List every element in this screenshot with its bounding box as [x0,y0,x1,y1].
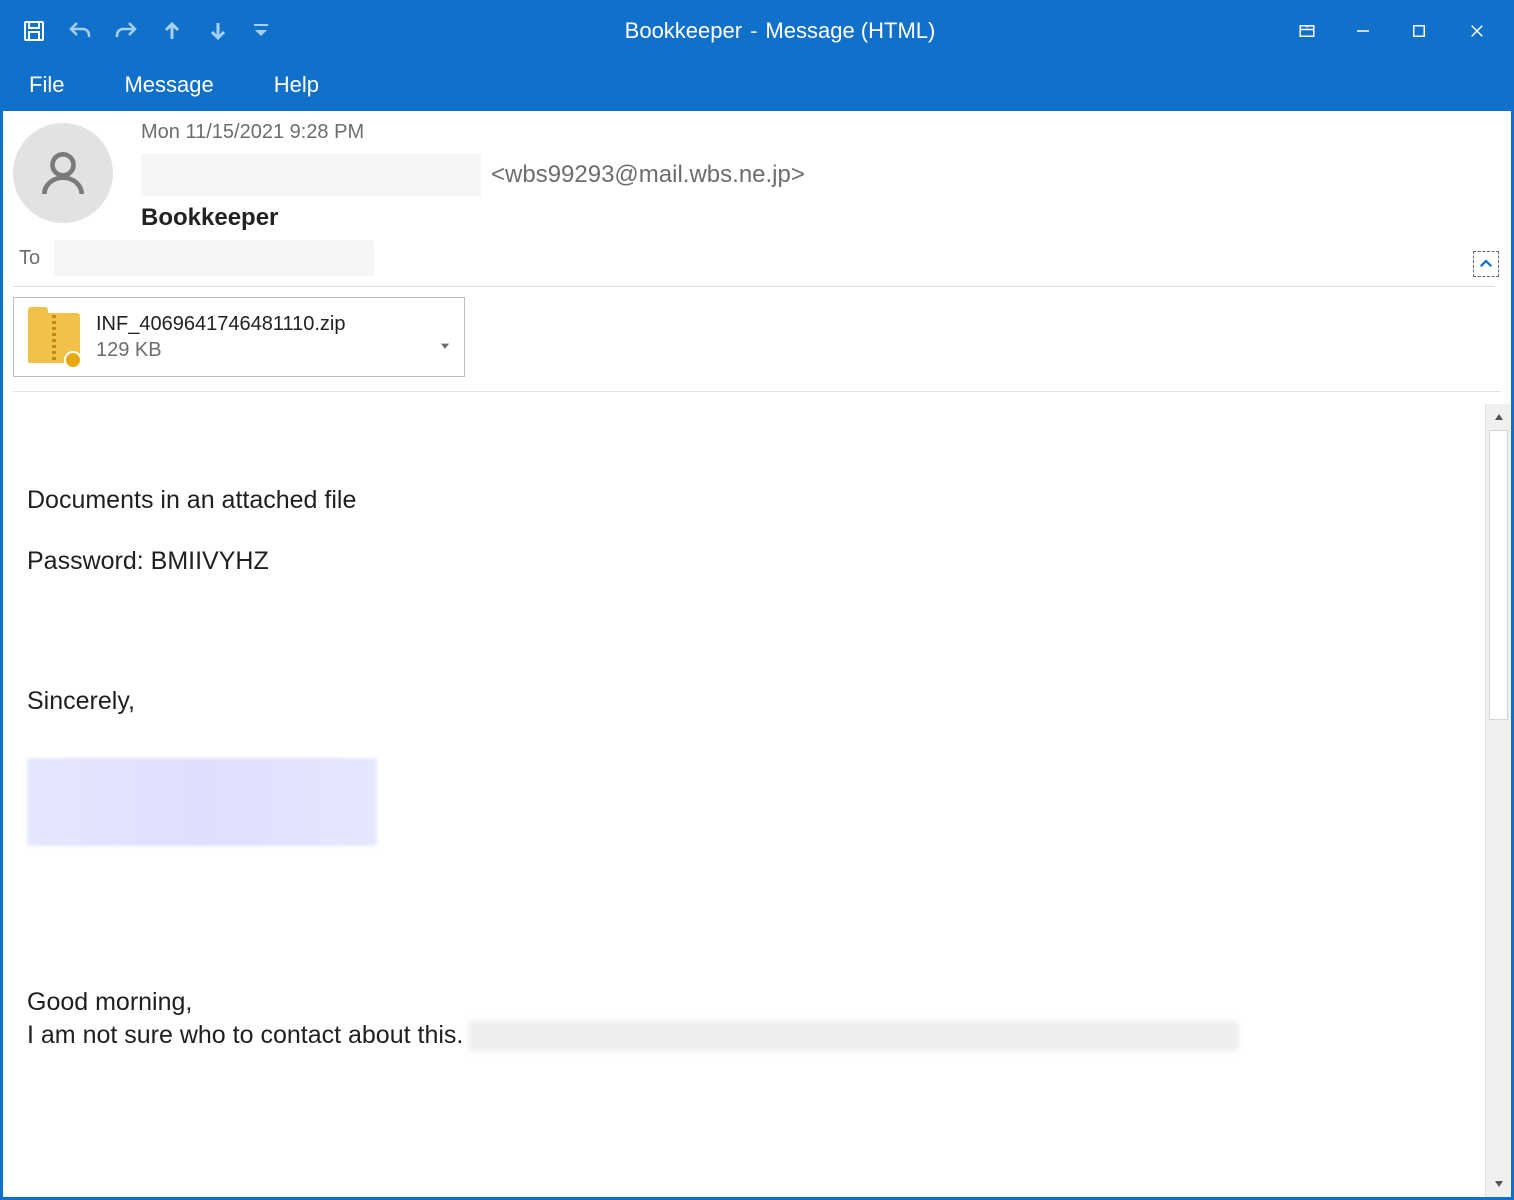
attachments-bar: INF_4069641746481110.zip 129 KB [3,287,1511,404]
window-title-subject: Bookkeeper [625,18,742,44]
sender-email: <wbs99293@mail.wbs.ne.jp> [491,161,805,189]
scroll-down-button[interactable] [1486,1171,1511,1197]
sender-avatar [13,123,113,223]
attachment-item[interactable]: INF_4069641746481110.zip 129 KB [13,297,465,377]
menu-help[interactable]: Help [268,68,325,102]
quick-access-toolbar [11,8,281,54]
menu-message[interactable]: Message [118,68,219,102]
to-label: To [19,247,40,270]
signature-redacted [27,758,377,846]
attachment-name: INF_4069641746481110.zip [96,311,345,337]
undo-icon[interactable] [57,8,103,54]
ribbon-display-options-icon[interactable] [1279,8,1335,54]
body-signoff: Sincerely, [27,685,1461,718]
body-line: Password: BMIIVYHZ [27,545,1461,578]
to-recipient-redacted [54,240,374,276]
body-line: Documents in an attached file [27,484,1461,517]
reply-line: I am not sure who to contact about this. [27,1019,463,1053]
title-bar: Bookkeeper - Message (HTML) [3,3,1511,59]
menu-bar: File Message Help [3,59,1511,111]
scroll-up-button[interactable] [1486,404,1511,430]
customize-qat-icon[interactable] [241,8,281,54]
previous-item-up-icon[interactable] [149,8,195,54]
redo-icon[interactable] [103,8,149,54]
collapse-header-button[interactable] [1473,251,1499,277]
next-item-down-icon[interactable] [195,8,241,54]
message-body: Documents in an attached file Password: … [3,404,1485,1197]
attachment-menu-caret-icon[interactable] [438,339,454,355]
attachment-size: 129 KB [96,337,345,363]
reply-greeting: Good morning, [27,986,1461,1020]
vertical-scrollbar[interactable] [1485,404,1511,1197]
save-icon[interactable] [11,8,57,54]
quoted-reply: Good morning, I am not sure who to conta… [27,986,1461,1054]
close-button[interactable] [1447,8,1507,54]
window-controls [1279,8,1507,54]
minimize-button[interactable] [1335,8,1391,54]
menu-file[interactable]: File [23,68,70,102]
window-title-suffix: Message (HTML) [765,18,935,44]
message-subject: Bookkeeper [141,204,805,232]
sent-date: Mon 11/15/2021 9:28 PM [141,121,805,144]
maximize-button[interactable] [1391,8,1447,54]
window-title: Bookkeeper - Message (HTML) [281,18,1279,44]
zip-file-icon [28,307,80,367]
sender-name-redacted [141,154,481,196]
scrollbar-track[interactable] [1486,430,1511,1171]
reply-text-redacted [469,1021,1239,1051]
scrollbar-thumb[interactable] [1489,430,1508,720]
window-title-separator: - [750,18,757,44]
message-header: Mon 11/15/2021 9:28 PM <wbs99293@mail.wb… [3,111,1511,287]
